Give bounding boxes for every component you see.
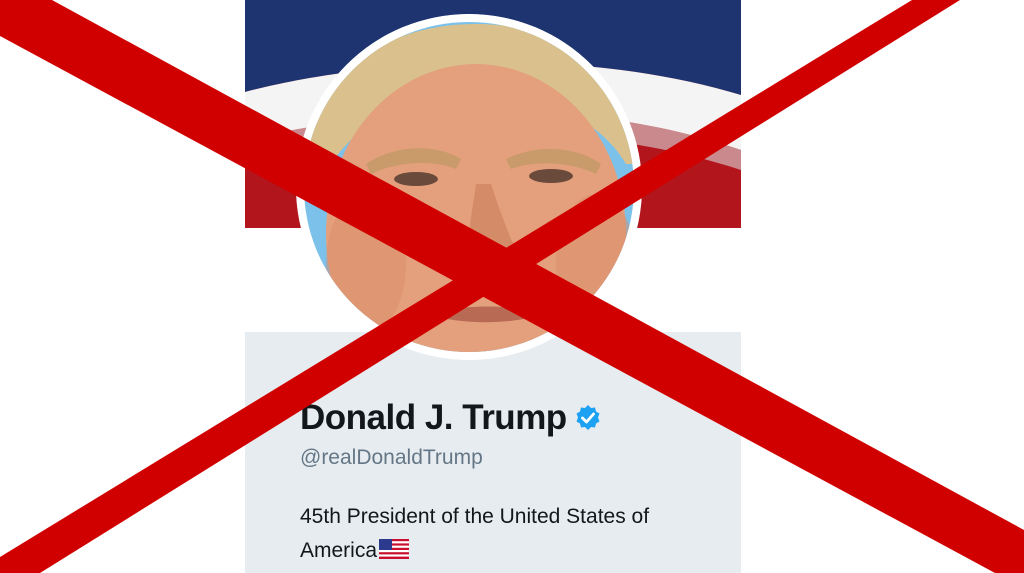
profile-bio: 45th President of the United States of A… <box>300 500 730 568</box>
bio-line-1: 45th President of the United States of <box>300 505 650 528</box>
us-flag-icon <box>379 539 410 559</box>
verified-badge-icon <box>576 405 600 430</box>
profile-handle[interactable]: @realDonaldTrump <box>300 446 483 470</box>
screenshot-stage: Donald J. Trump @realDonaldTrump 45th Pr… <box>0 0 1024 573</box>
display-name-row: Donald J. Trump <box>300 396 602 440</box>
display-name[interactable]: Donald J. Trump <box>300 398 567 438</box>
profile-avatar[interactable] <box>296 14 642 360</box>
bio-line-2: America <box>300 539 378 562</box>
